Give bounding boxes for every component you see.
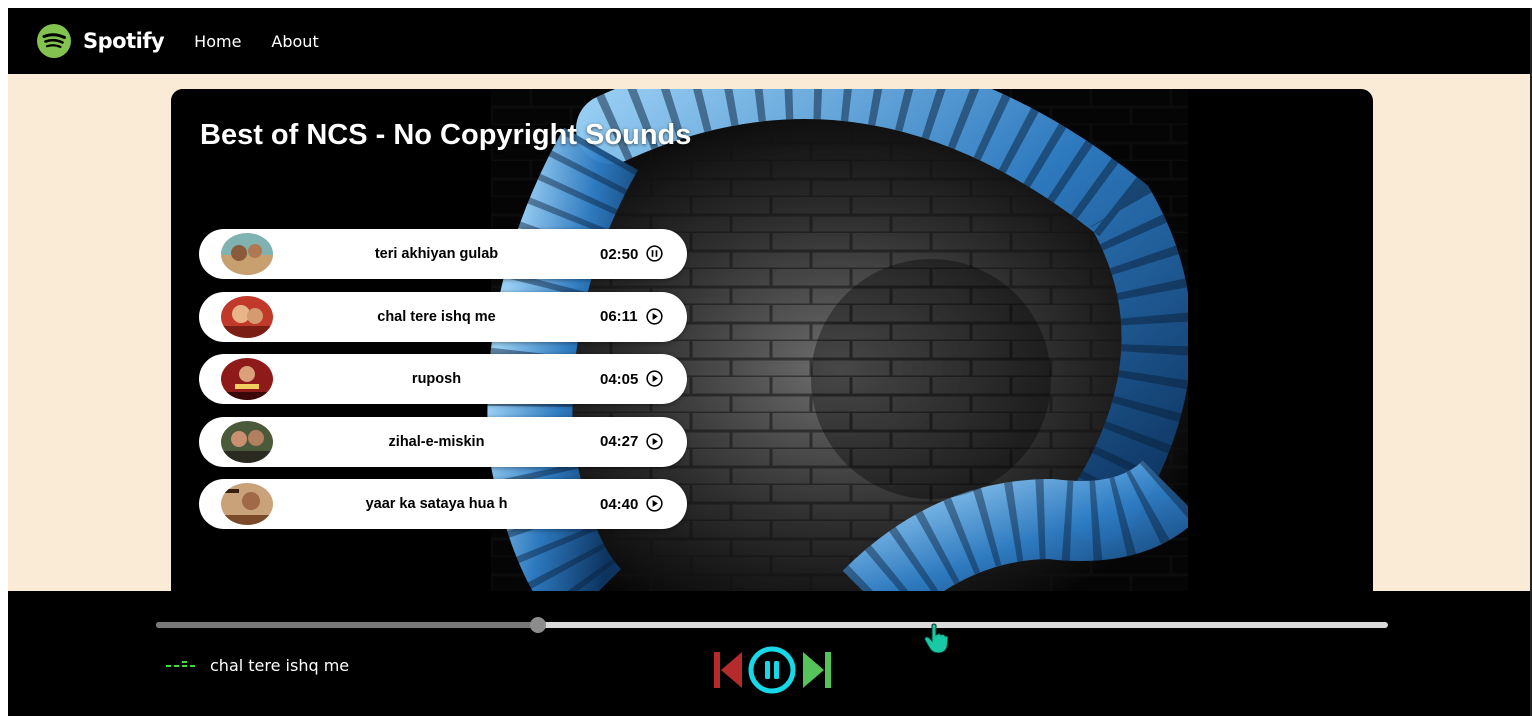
- logo[interactable]: Spotify: [37, 24, 165, 58]
- song-cover-image: [221, 420, 273, 463]
- song-item[interactable]: zihal-e-miskin 04:27: [199, 416, 687, 467]
- song-item[interactable]: teri akhiyan gulab 02:50: [199, 229, 687, 279]
- song-item[interactable]: chal tere ishq me 06:11: [199, 291, 687, 342]
- skip-next-icon[interactable]: [801, 648, 833, 692]
- play-circle-icon[interactable]: [646, 432, 663, 450]
- song-name: yaar ka sataya hua h: [365, 496, 508, 512]
- play-circle-icon[interactable]: [646, 370, 663, 387]
- song-name: teri akhiyan gulab: [374, 246, 499, 262]
- navbar: Spotify Home About: [8, 8, 1532, 74]
- now-playing: chal tere ishq me: [166, 656, 349, 675]
- hand-cursor-icon: [924, 623, 948, 653]
- song-cover-image: [221, 233, 273, 275]
- song-name: chal tere ishq me: [377, 308, 496, 325]
- brand-name: Spotify: [83, 29, 165, 53]
- song-cover-image: [221, 483, 273, 525]
- song-item[interactable]: ruposh 04:05: [199, 354, 687, 404]
- player-controls: [712, 645, 834, 695]
- nav-about-link[interactable]: About: [271, 32, 318, 51]
- playlist-container: Best of NCS - No Copyright Sounds teri a…: [171, 89, 1373, 629]
- song-duration: 06:11: [600, 308, 638, 325]
- progress-thumb[interactable]: [529, 617, 546, 633]
- now-playing-title: chal tere ishq me: [210, 656, 350, 675]
- progress-bar[interactable]: [156, 617, 1388, 633]
- song-cover-image: [221, 358, 273, 400]
- song-duration: 04:05: [600, 370, 639, 388]
- skip-previous-icon[interactable]: [712, 648, 744, 692]
- song-name: zihal-e-miskin: [388, 433, 485, 450]
- equalizer-icon: [166, 660, 195, 667]
- song-list: teri akhiyan gulab 02:50 chal tere ishq …: [199, 229, 687, 542]
- song-duration: 02:50: [600, 245, 639, 263]
- playlist-title: Best of NCS - No Copyright Sounds: [200, 119, 692, 151]
- pause-circle-icon[interactable]: [646, 245, 663, 262]
- spotify-logo-icon: [37, 24, 71, 58]
- play-circle-icon[interactable]: [646, 307, 663, 325]
- song-duration: 04:40: [600, 495, 639, 513]
- song-item[interactable]: yaar ka sataya hua h 04:40: [199, 479, 687, 529]
- song-name: ruposh: [411, 371, 462, 387]
- nav-home-link[interactable]: Home: [194, 32, 241, 51]
- pause-circle-icon[interactable]: [747, 645, 797, 695]
- play-circle-icon[interactable]: [646, 495, 663, 512]
- song-cover-image: [221, 295, 273, 338]
- song-duration: 04:27: [600, 433, 639, 450]
- player-bar: chal tere ishq me: [8, 591, 1532, 716]
- progress-fill: [156, 622, 538, 628]
- page: Spotify Home About Best of NCS - No Copy…: [8, 8, 1532, 716]
